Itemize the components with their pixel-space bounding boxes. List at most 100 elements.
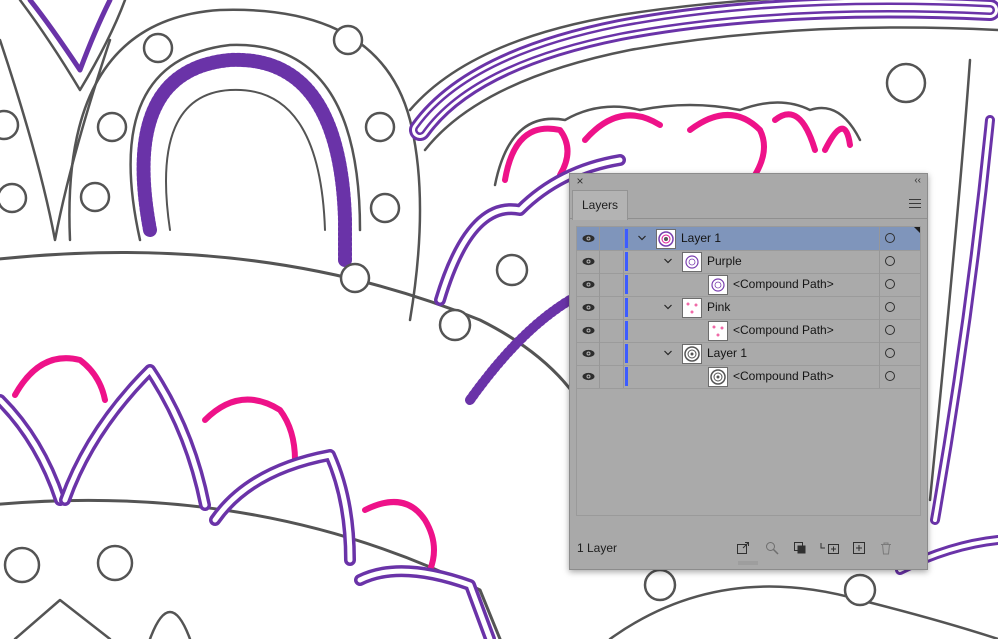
- divider: [599, 296, 600, 319]
- divider: [623, 273, 624, 296]
- chevron-down-icon[interactable]: [663, 348, 673, 358]
- layer-thumbnail: [708, 275, 728, 295]
- divider: [623, 227, 624, 250]
- target-circle-icon[interactable]: [885, 256, 895, 266]
- visibility-eye-icon[interactable]: [582, 371, 595, 382]
- purple-petal-bl-1: [0, 394, 66, 506]
- new-sublayer-icon[interactable]: [820, 541, 840, 555]
- chevron-down-icon[interactable]: [663, 256, 673, 266]
- layer-row-pink[interactable]: Pink: [577, 296, 920, 320]
- layer-name-label: <Compound Path>: [733, 369, 834, 383]
- new-layer-icon[interactable]: [852, 541, 866, 555]
- layer-name-label: <Compound Path>: [733, 277, 834, 291]
- dot-circle: [438, 308, 472, 342]
- close-icon[interactable]: ×: [574, 174, 586, 188]
- layer-color-bar: [625, 321, 628, 340]
- target-circle-icon[interactable]: [885, 371, 895, 381]
- target-circle-icon[interactable]: [885, 302, 895, 312]
- divider: [599, 365, 600, 388]
- panel-menu-icon[interactable]: [909, 199, 921, 209]
- visibility-eye-icon[interactable]: [582, 279, 595, 290]
- divider: [879, 365, 880, 388]
- layer-row-purple[interactable]: Purple: [577, 250, 920, 274]
- layer-thumbnail: [708, 321, 728, 341]
- bottom-drop: [148, 610, 192, 639]
- divider: [599, 250, 600, 273]
- layer-color-bar: [625, 275, 628, 294]
- dot-circle: [369, 192, 401, 224]
- dot-circle: [495, 253, 529, 287]
- dot-circle: [0, 182, 28, 214]
- divider: [599, 319, 600, 342]
- dot-circle: [332, 24, 364, 56]
- divider: [879, 250, 880, 273]
- visibility-eye-icon[interactable]: [582, 233, 595, 244]
- layer-thumbnail: [656, 229, 676, 249]
- visibility-eye-icon[interactable]: [582, 302, 595, 313]
- dot-circle: [96, 111, 128, 143]
- layer-color-bar: [625, 298, 628, 317]
- divider: [879, 319, 880, 342]
- export-asset-icon[interactable]: [736, 541, 750, 555]
- divider: [879, 342, 880, 365]
- purple-zigzag: [465, 295, 575, 405]
- layer-color-bar: [625, 367, 628, 386]
- tab-layers[interactable]: Layers: [572, 190, 628, 220]
- bottom-triangle: [13, 598, 112, 639]
- divider: [879, 296, 880, 319]
- layer-row-compound-path[interactable]: <Compound Path>: [577, 365, 920, 389]
- dot-circle: [885, 62, 927, 104]
- dot-circle: [843, 573, 877, 607]
- pink-petal-5: [822, 125, 853, 153]
- layer-thumbnail: [682, 252, 702, 272]
- dot-circle: [96, 544, 134, 582]
- divider: [623, 319, 624, 342]
- layer-thumbnail: [682, 344, 702, 364]
- dot-circle: [643, 568, 677, 602]
- layer-row-layer-1[interactable]: Layer 1: [577, 227, 920, 251]
- target-circle-icon[interactable]: [885, 325, 895, 335]
- chevron-down-icon[interactable]: [663, 302, 673, 312]
- layer-name-label: Pink: [707, 300, 731, 314]
- dot-circle: [3, 546, 41, 584]
- layer-name-label: Layer 1: [681, 231, 722, 245]
- layer-row-compound-path[interactable]: <Compound Path>: [577, 319, 920, 343]
- layer-row-compound-path[interactable]: <Compound Path>: [577, 273, 920, 297]
- visibility-eye-icon[interactable]: [582, 325, 595, 336]
- pink-petal-bl-2: [202, 396, 298, 463]
- resize-grip-icon[interactable]: [738, 561, 758, 566]
- divider: [879, 273, 880, 296]
- layers-list[interactable]: Layer 1 Purple <Compound Path> Pink <Com…: [576, 226, 921, 516]
- divider: [599, 342, 600, 365]
- dot-circle: [79, 181, 111, 213]
- trash-icon[interactable]: [879, 541, 893, 555]
- collapse-panel-icon[interactable]: ‹‹: [914, 174, 921, 188]
- layer-thumbnail: [708, 367, 728, 387]
- target-circle-icon[interactable]: [885, 233, 895, 243]
- pink-petal-2: [582, 112, 663, 143]
- panel-title-bar[interactable]: × ‹‹: [570, 174, 927, 188]
- purple-petal-bl-4: [354, 565, 496, 639]
- layer-thumbnail: [682, 298, 702, 318]
- divider: [623, 365, 624, 388]
- dot-circle: [339, 262, 371, 294]
- layers-panel: × ‹‹ Layers Layer 1 Purple <Compound Pat…: [569, 173, 928, 570]
- clipping-mask-icon[interactable]: [793, 541, 807, 555]
- dot-circle: [364, 111, 396, 143]
- divider: [599, 273, 600, 296]
- target-circle-icon[interactable]: [885, 279, 895, 289]
- divider: [623, 296, 624, 319]
- visibility-eye-icon[interactable]: [582, 348, 595, 359]
- chevron-down-icon[interactable]: [637, 233, 647, 243]
- layer-name-label: <Compound Path>: [733, 323, 834, 337]
- layer-color-bar: [625, 252, 628, 271]
- target-circle-icon[interactable]: [885, 348, 895, 358]
- divider: [599, 227, 600, 250]
- arch-outline-inner: [165, 88, 326, 231]
- visibility-eye-icon[interactable]: [582, 256, 595, 267]
- pink-petal-3: [687, 112, 767, 178]
- pink-petal-4: [772, 111, 818, 153]
- layer-count-label: 1 Layer: [577, 541, 618, 555]
- locate-object-icon[interactable]: [765, 541, 779, 555]
- layer-row-layer-1-group[interactable]: Layer 1: [577, 342, 920, 366]
